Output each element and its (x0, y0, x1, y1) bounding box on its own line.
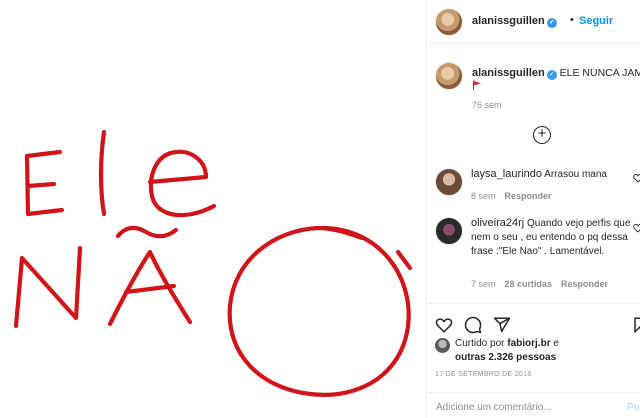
publish-comment-button[interactable]: Publicar (627, 402, 640, 413)
separator-dot: • (570, 14, 574, 26)
author-username-text[interactable]: alanissguillen (472, 15, 545, 27)
load-more-comments-button[interactable]: + (533, 126, 551, 144)
comment-like-heart-icon[interactable] (633, 223, 640, 233)
liked-by-others-count[interactable]: outras 2.326 pessoas (455, 352, 556, 363)
reply-button[interactable]: Responder (505, 191, 552, 201)
comment-like-heart-icon[interactable] (633, 173, 640, 183)
add-comment-bar: Adicione um comentário... Publicar (427, 392, 640, 418)
author-avatar[interactable] (435, 8, 463, 36)
verified-badge-icon: ✓ (546, 70, 557, 80)
letter-l (98, 129, 107, 217)
comment-age: 7 sem (471, 279, 496, 289)
commenter-username[interactable]: laysa_laurindo (471, 168, 542, 180)
handwriting-drawing (13, 129, 413, 397)
letter-n (13, 245, 83, 329)
caption-text: alanissguillen✓ ELE NUNCA JAMÉÉÉ (472, 66, 640, 80)
liked-by-user[interactable]: fabiorj.br (507, 338, 550, 349)
commenter-avatar[interactable] (435, 217, 463, 245)
letter-e-small (147, 149, 217, 218)
post-header: alanissguillen ✓ • Seguir (427, 0, 640, 44)
save-bookmark-icon[interactable] (632, 316, 640, 334)
follow-button[interactable]: Seguir (579, 15, 613, 27)
share-direct-icon[interactable] (493, 316, 511, 334)
caption-avatar[interactable] (435, 62, 463, 90)
commenter-avatar[interactable] (435, 168, 463, 196)
caption-age: 76 sem (472, 100, 502, 110)
likes-summary: Curtido por fabiorj.br e outras 2.326 pe… (435, 337, 640, 365)
liker-avatar[interactable] (435, 338, 450, 353)
comment-text: oliveira24rj Quando vejo perfis que nem … (471, 216, 631, 259)
letter-o (227, 225, 411, 397)
comment-age: 8 sem (471, 191, 496, 201)
caption-username[interactable]: alanissguillen (472, 67, 545, 79)
post-side-panel: alanissguillen ✓ • Seguir alanissguillen ✓… (427, 0, 640, 418)
post-image[interactable] (0, 0, 426, 418)
comment-likes-count[interactable]: 28 curtidas (505, 279, 553, 289)
letter-a (107, 249, 193, 327)
comment-text: laysa_laurindo Arrasou mana (471, 167, 631, 182)
tilde (115, 225, 179, 239)
post-date: 17 DE SETEMBRO DE 2018 (435, 371, 532, 378)
add-comment-input[interactable]: Adicione um comentário... (436, 402, 552, 413)
liked-by-line: Curtido por fabiorj.br e (455, 338, 559, 349)
letter-e-capital (24, 149, 65, 217)
comment-meta: 8 sem Responder (471, 191, 561, 201)
author-username[interactable]: alanissguillen ✓ (472, 15, 557, 28)
caption-body: ELE NUNCA JAMÉÉÉ (559, 67, 640, 79)
verified-badge-icon: ✓ (546, 18, 557, 28)
liked-by-joiner: e (550, 338, 559, 349)
comment-body: Arrasou mana (544, 169, 607, 180)
liked-by-prefix: Curtido por (455, 338, 508, 349)
liked-by-others[interactable]: outras 2.326 pessoas (455, 352, 556, 363)
comment-meta: 7 sem 28 curtidas Responder (471, 279, 617, 289)
red-flag-icon (473, 80, 481, 90)
reply-button[interactable]: Responder (561, 279, 608, 289)
comment-bubble-icon[interactable] (464, 316, 482, 334)
commenter-username[interactable]: oliveira24rj (471, 217, 524, 229)
like-heart-icon[interactable] (435, 316, 453, 334)
